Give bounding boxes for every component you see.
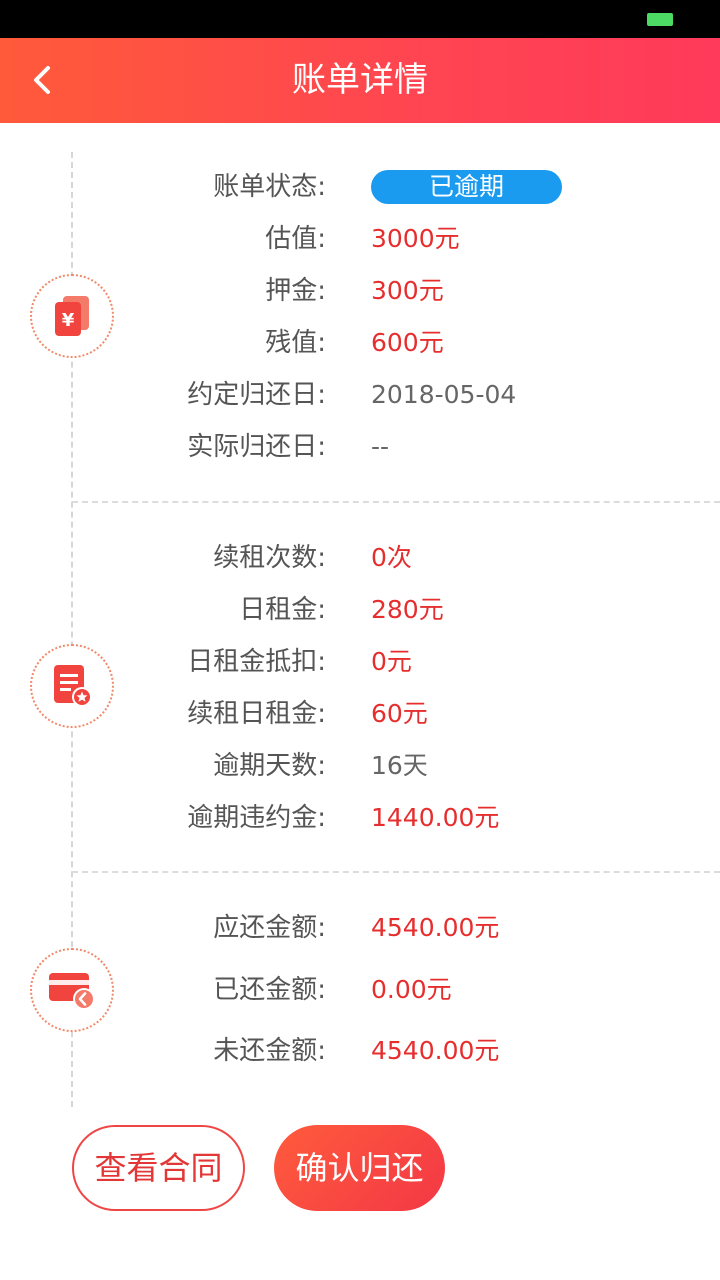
row-amount-paid: 已还金额: 0.00元: [0, 970, 720, 1010]
row-renewal-count: 续租次数: 0次: [0, 538, 720, 578]
status-badge: 已逾期: [371, 170, 562, 204]
row-label: 逾期天数:: [213, 751, 326, 781]
row-label: 实际归还日:: [187, 432, 326, 462]
row-value: 4540.00元: [371, 1036, 500, 1065]
row-deposit: 押金: 300元: [0, 271, 720, 311]
row-value: 300元: [371, 276, 444, 305]
row-renewal-daily-rent: 续租日租金: 60元: [0, 694, 720, 734]
row-value: 0次: [371, 543, 412, 572]
row-valuation: 估值: 3000元: [0, 219, 720, 259]
row-value: 600元: [371, 328, 444, 357]
row-value: 16天: [371, 751, 428, 780]
battery-icon: [647, 13, 673, 26]
row-daily-rent: 日租金: 280元: [0, 590, 720, 630]
row-value: 60元: [371, 699, 428, 728]
row-daily-rent-deduction: 日租金抵扣: 0元: [0, 642, 720, 682]
row-overdue-days: 逾期天数: 16天: [0, 746, 720, 786]
chevron-left-icon: [34, 66, 50, 94]
row-label: 日租金:: [239, 595, 326, 625]
row-value: --: [371, 432, 390, 461]
section-divider: [72, 871, 720, 873]
row-label: 已还金额:: [213, 975, 326, 1005]
row-value: 280元: [371, 595, 444, 624]
row-value: 0.00元: [371, 975, 452, 1004]
row-value: 4540.00元: [371, 913, 500, 942]
row-label: 约定归还日:: [187, 380, 326, 410]
row-label: 残值:: [265, 328, 326, 358]
section-divider: [72, 501, 720, 503]
row-label: 逾期违约金:: [187, 803, 326, 833]
row-residual-value: 残值: 600元: [0, 323, 720, 363]
page-title: 账单详情: [292, 60, 428, 100]
row-label: 未还金额:: [213, 1036, 326, 1066]
nav-bar: 账单详情: [0, 38, 720, 123]
row-overdue-penalty: 逾期违约金: 1440.00元: [0, 798, 720, 838]
row-label: 账单状态:: [213, 172, 326, 202]
row-amount-due: 应还金额: 4540.00元: [0, 908, 720, 948]
row-bill-status: 账单状态: 已逾期: [0, 167, 720, 207]
row-value: 1440.00元: [371, 803, 500, 832]
row-label: 续租日租金:: [187, 699, 326, 729]
row-label: 应还金额:: [213, 913, 326, 943]
row-value: 3000元: [371, 224, 460, 253]
row-label: 日租金抵扣:: [187, 647, 326, 677]
row-label: 估值:: [265, 224, 326, 254]
row-label: 续租次数:: [213, 543, 326, 573]
row-value: 0元: [371, 647, 412, 676]
status-bar: [0, 0, 720, 38]
back-button[interactable]: [24, 60, 64, 100]
view-contract-button[interactable]: 查看合同: [72, 1125, 245, 1211]
row-amount-unpaid: 未还金额: 4540.00元: [0, 1031, 720, 1071]
row-agreed-return-date: 约定归还日: 2018-05-04: [0, 375, 720, 415]
confirm-return-button[interactable]: 确认归还: [274, 1125, 445, 1211]
row-value: 2018-05-04: [371, 380, 517, 409]
row-label: 押金:: [265, 276, 326, 306]
row-actual-return-date: 实际归还日: --: [0, 427, 720, 467]
